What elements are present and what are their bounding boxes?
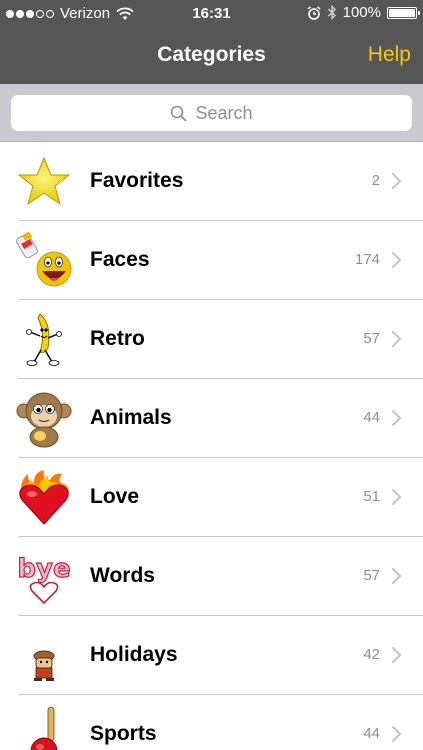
help-button[interactable]: Help xyxy=(368,43,411,67)
chevron-right-icon xyxy=(391,409,402,427)
chevron-right-icon xyxy=(391,646,402,664)
search-input[interactable]: Search xyxy=(11,95,412,131)
page-title: Categories xyxy=(157,43,266,66)
category-row-holidays[interactable]: Holidays 42 xyxy=(0,616,423,695)
chevron-right-icon xyxy=(391,330,402,348)
categories-screen: Verizon 16:31 100% Categories Help Searc… xyxy=(0,0,423,750)
category-count: 44 xyxy=(363,409,380,426)
battery-percent: 100% xyxy=(342,4,381,21)
bye-word-icon: bye xyxy=(17,553,71,605)
battery-icon xyxy=(387,6,420,19)
category-row-animals[interactable]: Animals 44 xyxy=(0,379,423,458)
category-count: 57 xyxy=(363,567,380,584)
category-row-retro[interactable]: Retro 57 xyxy=(0,300,423,379)
monkey-icon xyxy=(16,392,72,448)
category-label: Favorites xyxy=(90,169,184,192)
baseball-bat-icon xyxy=(30,706,58,750)
category-count: 42 xyxy=(363,646,380,663)
status-bar: Verizon 16:31 100% xyxy=(0,0,423,28)
chevron-right-icon xyxy=(391,567,402,585)
category-count: 44 xyxy=(363,725,380,742)
category-count: 174 xyxy=(354,251,380,268)
search-bar: Search xyxy=(0,84,423,142)
chevron-right-icon xyxy=(391,172,402,190)
category-count: 2 xyxy=(371,172,380,189)
category-count: 57 xyxy=(363,330,380,347)
category-row-favorites[interactable]: Favorites 2 xyxy=(0,142,423,221)
category-label: Holidays xyxy=(90,643,178,666)
category-label: Words xyxy=(90,564,155,587)
battery-fill xyxy=(389,8,415,17)
category-label: Faces xyxy=(90,248,150,271)
category-row-love[interactable]: Love 51 xyxy=(0,458,423,537)
status-right: 100% xyxy=(307,4,420,21)
holiday-figure-icon xyxy=(33,650,55,681)
category-row-sports[interactable]: Sports 44 xyxy=(0,695,423,750)
dancing-banana-icon xyxy=(26,313,62,366)
category-label: Love xyxy=(90,485,140,508)
navigation-bar: Categories Help xyxy=(0,28,423,84)
chevron-right-icon xyxy=(391,488,402,506)
alarm-icon xyxy=(307,5,321,20)
category-label: Animals xyxy=(90,406,172,429)
category-row-faces[interactable]: Faces 174 xyxy=(0,221,423,300)
flaming-heart-icon xyxy=(19,470,69,525)
chevron-right-icon xyxy=(391,251,402,269)
bluetooth-icon xyxy=(327,5,336,20)
category-label: Retro xyxy=(90,327,145,350)
category-list: Favorites 2 Faces 174 Retro 57 Animals 4… xyxy=(0,142,423,750)
search-placeholder: Search xyxy=(195,102,253,123)
category-label: Sports xyxy=(90,722,157,745)
chevron-right-icon xyxy=(391,725,402,743)
laughing-face-icon xyxy=(16,231,72,287)
svg-text:bye: bye xyxy=(17,554,70,584)
category-count: 51 xyxy=(363,488,380,505)
star-icon xyxy=(17,156,71,206)
search-icon xyxy=(171,105,187,121)
category-row-words[interactable]: bye Words 57 xyxy=(0,537,423,616)
